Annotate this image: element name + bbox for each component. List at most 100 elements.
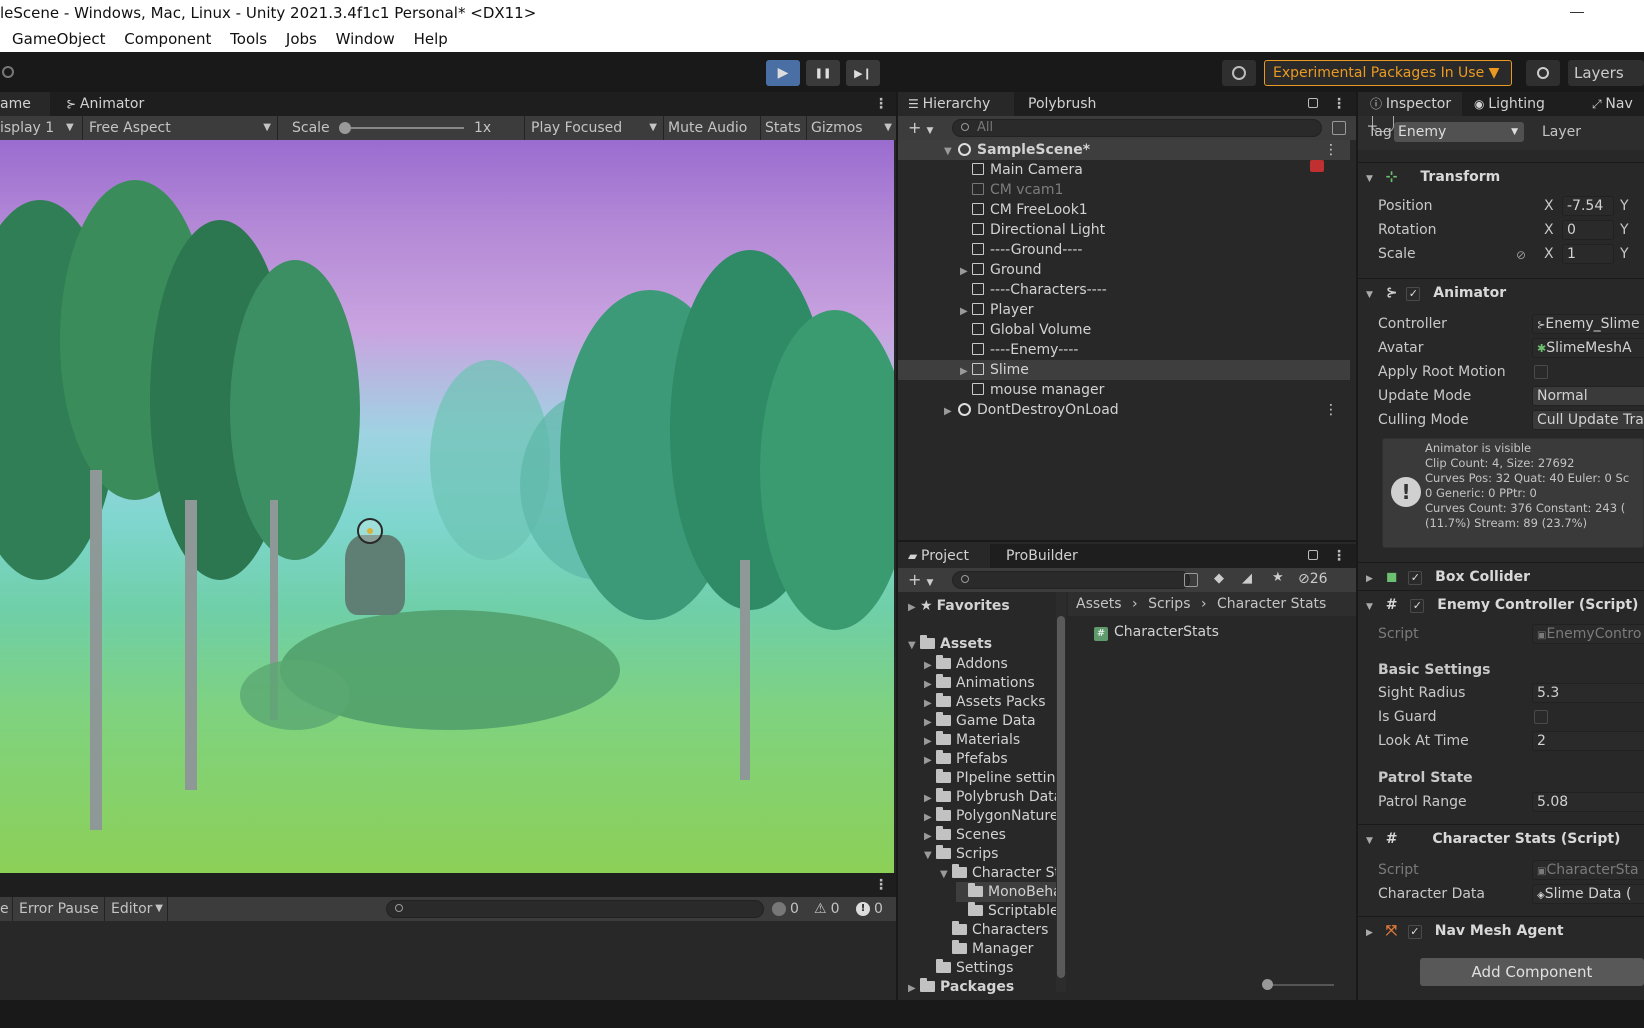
hierarchy-menu-icon[interactable]: ⋮ bbox=[1332, 97, 1346, 111]
menu-tools[interactable]: Tools bbox=[230, 26, 267, 52]
folder-item[interactable]: Scriptable bbox=[956, 901, 1058, 921]
create-button[interactable]: + ▼ bbox=[908, 570, 933, 589]
breadcrumb-character-stats[interactable]: Character Stats bbox=[1217, 596, 1326, 612]
chevron-right-icon[interactable]: ▶ bbox=[960, 302, 972, 322]
project-search-input[interactable] bbox=[952, 571, 1190, 589]
folder-item[interactable]: ▶ Materials bbox=[924, 730, 1020, 750]
tab-navigation[interactable]: ⤢ Nav bbox=[1586, 92, 1639, 116]
hidden-packages-toggle[interactable]: ⊘26 bbox=[1298, 571, 1328, 587]
stats-button[interactable]: Stats bbox=[760, 116, 801, 140]
enemy-controller-header[interactable]: ▼ # ✓ Enemy Controller (Script) bbox=[1356, 590, 1644, 618]
character-data-field[interactable]: ◈Slime Data ( bbox=[1532, 884, 1644, 904]
mute-audio-button[interactable]: Mute Audio bbox=[666, 116, 747, 140]
tab-inspector[interactable]: ⓘ Inspector bbox=[1358, 92, 1462, 116]
folder-item[interactable]: MonoBeha bbox=[956, 882, 1058, 902]
folder-item[interactable]: ▶ Polybrush Data bbox=[924, 787, 1058, 807]
layers-dropdown[interactable]: Layers bbox=[1568, 60, 1644, 86]
project-scrollbar[interactable] bbox=[1056, 592, 1066, 992]
chevron-right-icon[interactable]: ▶ bbox=[960, 362, 972, 382]
folder-item[interactable]: ▶ PolygonNature bbox=[924, 806, 1058, 826]
file-item[interactable]: # CharacterStats bbox=[1094, 622, 1219, 642]
warning-count[interactable]: ⚠ 0 bbox=[814, 897, 839, 921]
hierarchy-item[interactable]: Main Camera bbox=[898, 160, 1350, 180]
hierarchy-item[interactable]: ----Characters---- bbox=[898, 280, 1350, 300]
hierarchy-item[interactable]: Global Volume bbox=[898, 320, 1350, 340]
dont-destroy-menu-icon[interactable]: ⋮ bbox=[1324, 400, 1338, 420]
dont-destroy-row[interactable]: ▶ DontDestroyOnLoad ⋮ bbox=[898, 400, 1350, 420]
menu-gameobject[interactable]: GameObject bbox=[12, 26, 106, 52]
avatar-field[interactable]: ✱SlimeMeshA bbox=[1532, 338, 1644, 358]
tab-hierarchy[interactable]: ☰ Hierarchy bbox=[898, 92, 1014, 116]
nav-mesh-checkbox[interactable]: ✓ bbox=[1407, 925, 1422, 939]
filter-label-icon[interactable]: ◢ bbox=[1242, 571, 1252, 586]
breadcrumb-assets[interactable]: Assets bbox=[1076, 596, 1122, 612]
filter-type-icon[interactable]: ◆ bbox=[1214, 571, 1224, 586]
tab-probuilder[interactable]: ProBuilder bbox=[1000, 544, 1084, 568]
game-menu-icon[interactable]: ⋮ bbox=[874, 97, 888, 111]
tab-game[interactable]: ame bbox=[0, 92, 50, 116]
look-at-time-field[interactable]: 2 bbox=[1532, 731, 1644, 751]
favorites-row[interactable]: ▶ ★ Favorites bbox=[908, 596, 1010, 616]
folder-item[interactable]: ▶ Addons bbox=[924, 654, 1008, 674]
box-collider-checkbox[interactable]: ✓ bbox=[1408, 571, 1423, 585]
aspect-dropdown[interactable]: Free Aspect ▼ bbox=[82, 116, 278, 140]
tab-animator[interactable]: ⊱ Animator bbox=[60, 92, 150, 116]
folder-item[interactable]: ▶ Game Data bbox=[924, 711, 1036, 731]
game-viewport[interactable] bbox=[0, 140, 894, 873]
folder-item[interactable]: ▶ Pfefabs bbox=[924, 749, 1008, 769]
character-stats-header[interactable]: ▼ # Character Stats (Script) bbox=[1356, 824, 1644, 852]
scale-x-field[interactable]: 1 bbox=[1562, 244, 1614, 264]
folder-item[interactable]: ▶ Assets Packs bbox=[924, 692, 1046, 712]
folder-item[interactable]: ▼ Character St bbox=[940, 863, 1058, 883]
transform-header[interactable]: ▼ ⊹ Transform bbox=[1356, 162, 1644, 190]
tab-project[interactable]: ▰ Project bbox=[898, 544, 990, 568]
scale-slider-handle[interactable] bbox=[339, 122, 351, 134]
tab-lighting[interactable]: ◉ Lighting bbox=[1468, 92, 1551, 116]
folder-item[interactable]: ▼ Scrips bbox=[924, 844, 998, 864]
animator-header[interactable]: ▼ ⊱ ✓ Animator bbox=[1356, 278, 1644, 306]
play-button[interactable]: ▶ bbox=[766, 60, 800, 86]
account-icon[interactable] bbox=[2, 66, 14, 78]
scrollbar-thumb[interactable] bbox=[1057, 616, 1065, 978]
icon-size-slider[interactable] bbox=[1266, 984, 1334, 986]
menu-help[interactable]: Help bbox=[414, 26, 448, 52]
search-button[interactable] bbox=[1526, 60, 1560, 86]
folder-item[interactable]: ▶ Packages bbox=[908, 977, 1014, 997]
hierarchy-item[interactable]: mouse manager bbox=[898, 380, 1350, 400]
menu-window[interactable]: Window bbox=[336, 26, 395, 52]
add-button[interactable]: + ▼ bbox=[908, 118, 933, 137]
scale-link-icon[interactable]: ⊘ bbox=[1516, 248, 1526, 262]
console-menu-icon[interactable]: ⋮ bbox=[874, 878, 888, 892]
folder-item[interactable]: PIpeline setting bbox=[924, 768, 1058, 788]
scene-menu-icon[interactable]: ⋮ bbox=[1324, 140, 1338, 160]
search-scope-icon[interactable] bbox=[1184, 573, 1198, 587]
hierarchy-item[interactable]: ----Enemy---- bbox=[898, 340, 1350, 360]
hierarchy-item[interactable]: ▶ Player bbox=[898, 300, 1350, 320]
tag-dropdown[interactable]: Enemy ▼ bbox=[1394, 122, 1524, 142]
error-pause-button[interactable]: Error Pause bbox=[12, 897, 99, 921]
pause-button[interactable]: ❚❚ bbox=[806, 60, 840, 86]
play-focused-dropdown[interactable]: Play Focused ▼ bbox=[524, 116, 664, 140]
scene-row[interactable]: ▼ SampleScene* ⋮ bbox=[898, 140, 1350, 160]
is-guard-checkbox[interactable] bbox=[1534, 710, 1548, 724]
gizmos-dropdown[interactable]: Gizmos ▼ bbox=[806, 116, 896, 140]
hierarchy-item[interactable]: CM FreeLook1 bbox=[898, 200, 1350, 220]
chevron-right-icon[interactable]: ▶ bbox=[908, 979, 920, 999]
add-component-button[interactable]: Add Component bbox=[1420, 958, 1644, 986]
hierarchy-item[interactable]: ----Ground---- bbox=[898, 240, 1350, 260]
assets-row[interactable]: ▼ Assets bbox=[908, 634, 992, 654]
box-collider-header[interactable]: ▶ ◼ ✓ Box Collider bbox=[1356, 562, 1644, 590]
folder-item[interactable]: Characters bbox=[940, 920, 1048, 940]
menu-jobs[interactable]: Jobs bbox=[286, 26, 317, 52]
folder-item[interactable]: Manager bbox=[940, 939, 1033, 959]
hierarchy-item[interactable]: Directional Light bbox=[898, 220, 1350, 240]
culling-mode-dropdown[interactable]: Cull Update Tra bbox=[1532, 410, 1644, 430]
experimental-packages-dropdown[interactable]: Experimental Packages In Use ▼ bbox=[1264, 60, 1512, 86]
enemy-controller-checkbox[interactable]: ✓ bbox=[1410, 599, 1425, 613]
scene-visibility-icon[interactable] bbox=[1332, 121, 1346, 135]
chevron-down-icon[interactable]: ▼ bbox=[940, 865, 952, 885]
nav-mesh-header[interactable]: ▶ ⤧ ✓ Nav Mesh Agent bbox=[1356, 916, 1644, 944]
history-button[interactable] bbox=[1222, 60, 1256, 86]
console-log-area[interactable] bbox=[0, 921, 896, 1000]
error-count[interactable]: ! 0 bbox=[856, 897, 883, 921]
